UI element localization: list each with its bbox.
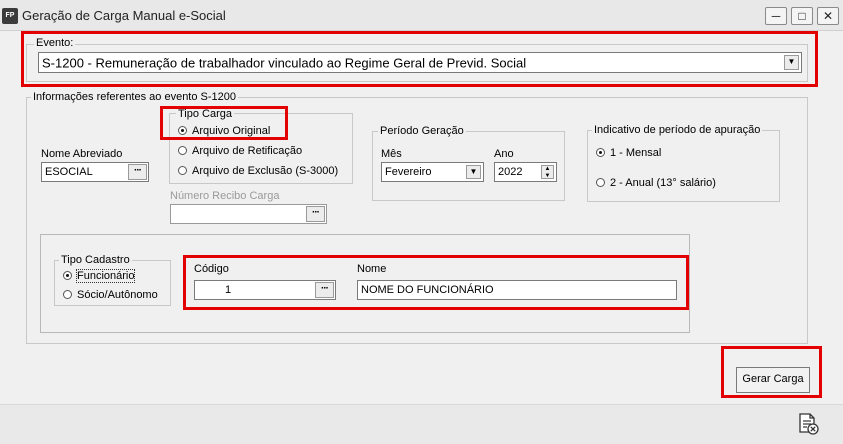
radio-unselected-icon [63,290,72,299]
radio-socio-autonomo[interactable]: Sócio/Autônomo [63,289,158,301]
radio-arquivo-retificacao[interactable]: Arquivo de Retificação [178,145,302,157]
maximize-button[interactable]: □ [791,7,813,25]
mes-select[interactable]: Fevereiro ▼ [381,162,484,182]
funcionario-highlight [183,255,689,310]
tipo-cadastro-label: Tipo Cadastro [59,254,132,266]
clear-document-icon [799,413,819,435]
spin-up-icon: ▲ [544,166,551,172]
numero-recibo-lookup-button[interactable]: ··· [306,206,325,222]
radio-selected-icon [596,148,605,157]
mes-label: Mês [381,148,402,160]
tipo-carga-highlight [160,106,288,140]
minimize-button[interactable]: ─ [765,7,787,25]
indicativo-label: Indicativo de período de apuração [592,124,763,136]
nome-abreviado-lookup-button[interactable]: ··· [128,164,147,180]
ano-label: Ano [494,148,514,160]
radio-unselected-icon [178,146,187,155]
close-button[interactable]: ✕ [817,7,839,25]
radio-selected-icon [63,271,72,280]
radio-unselected-icon [596,178,605,187]
maximize-icon: □ [798,9,806,23]
radio-funcionario[interactable]: Funcionário [63,269,136,283]
ano-spin-buttons[interactable]: ▲ ▼ [541,165,554,179]
mes-dropdown-button[interactable]: ▼ [466,165,481,179]
evento-highlight [21,31,818,87]
ano-value: 2022 [498,166,523,178]
mes-value: Fevereiro [385,166,432,178]
clear-document-button[interactable] [796,412,820,436]
radio-unselected-icon [178,166,187,175]
periodo-label: Período Geração [378,125,466,137]
close-icon: ✕ [822,9,834,23]
spin-down-icon: ▼ [544,173,551,179]
nome-abreviado-input[interactable]: ESOCIAL ··· [41,162,149,182]
ellipsis-icon: ··· [312,207,320,218]
ano-spinner[interactable]: 2022 ▲ ▼ [494,162,557,182]
nome-abreviado-value: ESOCIAL [45,166,93,178]
ellipsis-icon: ··· [134,165,142,176]
indicativo-group [587,130,780,202]
nome-abreviado-label: Nome Abreviado [41,148,123,160]
radio-anual[interactable]: 2 - Anual (13° salário) [596,177,716,189]
chevron-down-icon: ▼ [469,167,478,176]
numero-recibo-input[interactable]: ··· [170,204,327,224]
gerar-carga-highlight [721,346,822,398]
radio-mensal[interactable]: 1 - Mensal [596,147,661,159]
info-label: Informações referentes ao evento S-1200 [31,91,239,103]
minimize-icon: ─ [771,9,781,23]
numero-recibo-label: Número Recibo Carga [170,190,280,202]
footer-bar [0,404,843,444]
radio-arquivo-exclusao[interactable]: Arquivo de Exclusão (S-3000) [178,165,338,177]
title-bar: FP Geração de Carga Manual e-Social ─ □ … [0,0,843,31]
app-icon: FP [2,8,18,24]
window-title: Geração de Carga Manual e-Social [22,8,226,23]
